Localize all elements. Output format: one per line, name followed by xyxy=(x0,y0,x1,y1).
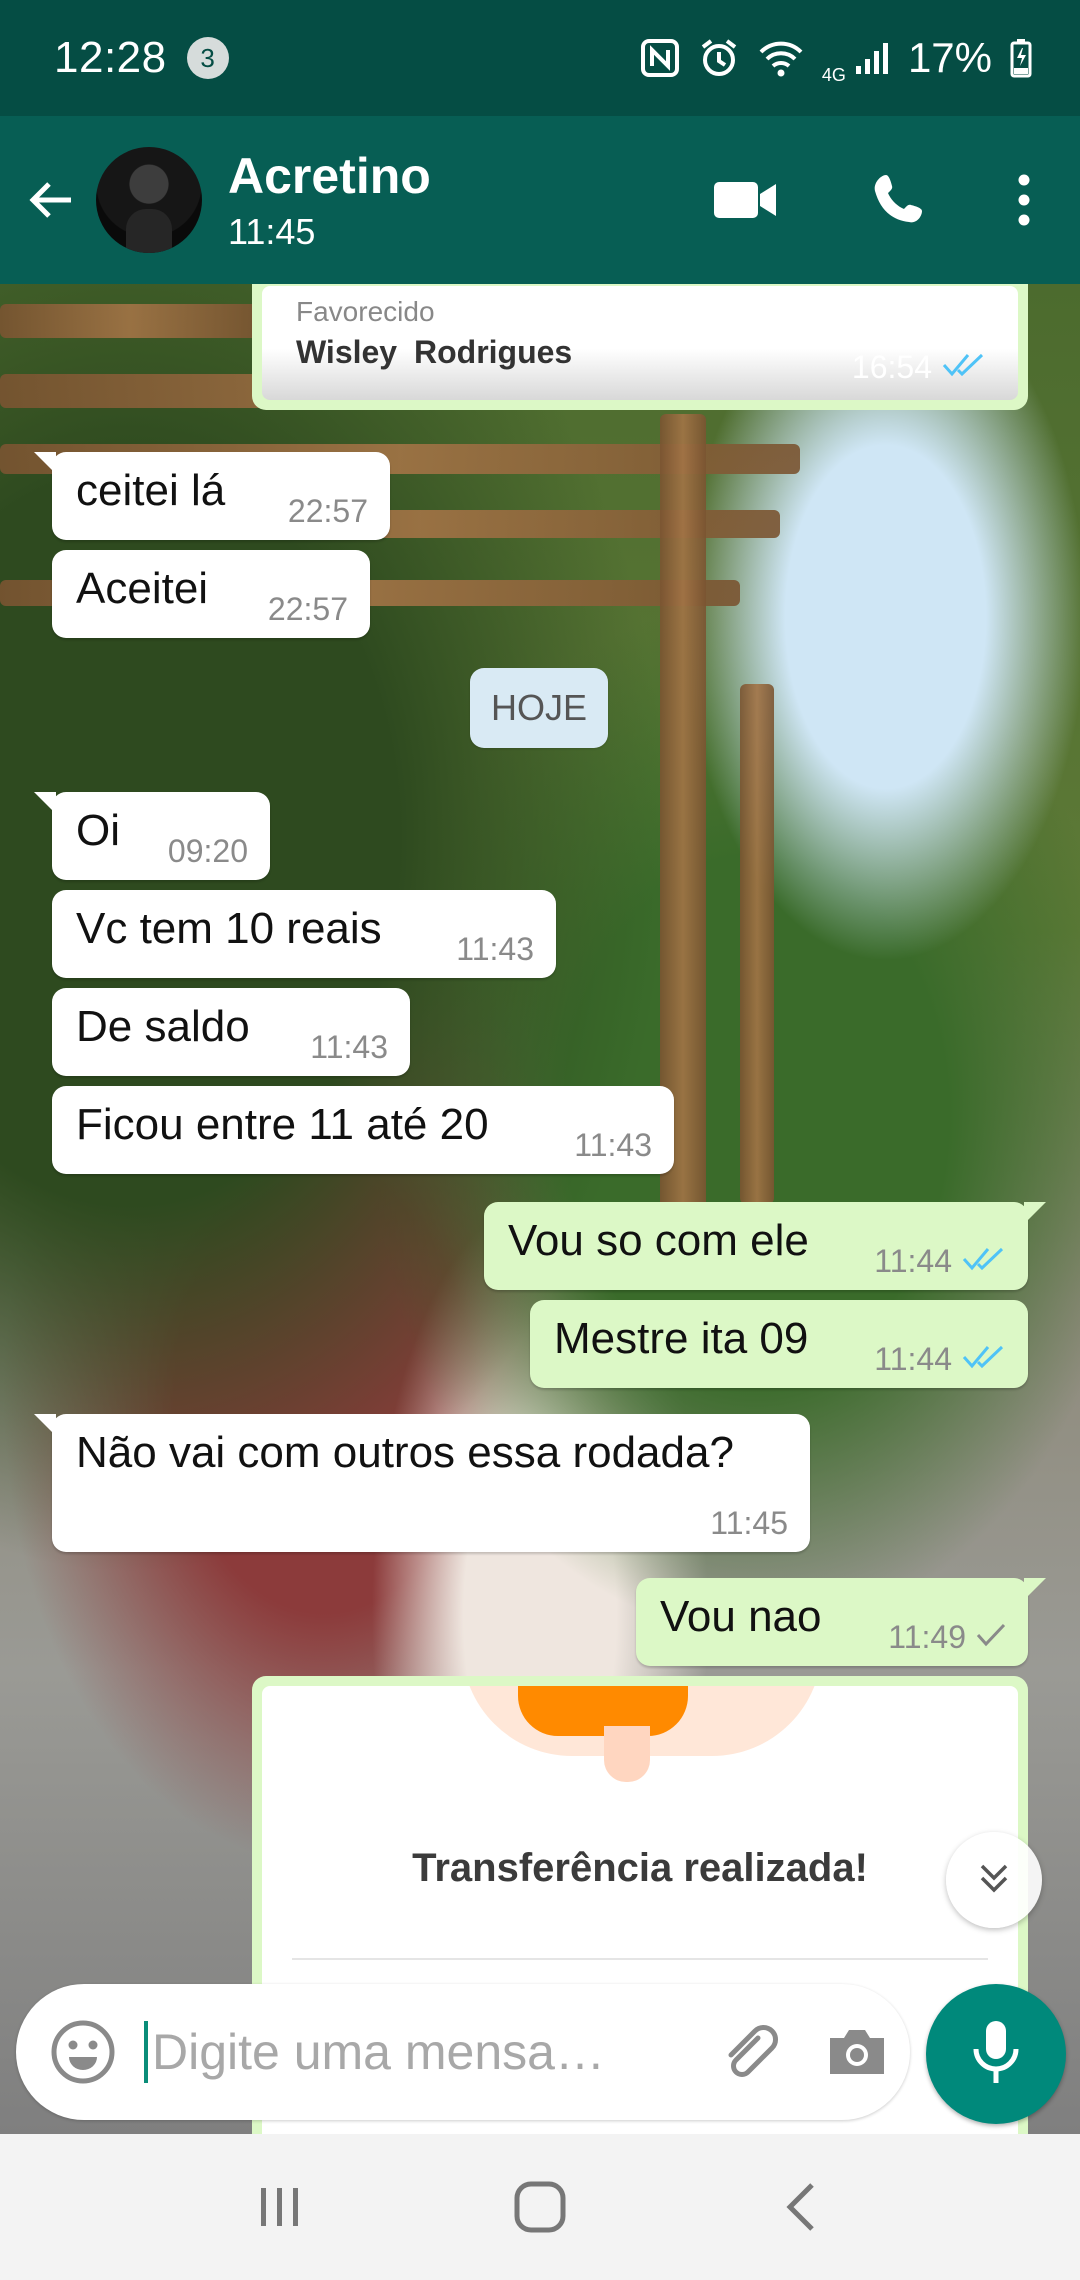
message-time: 11:43 xyxy=(310,1029,388,1065)
camera-icon[interactable] xyxy=(826,2026,888,2078)
message-text: Mestre ita 09 xyxy=(554,1314,809,1363)
microphone-icon xyxy=(971,2019,1021,2090)
voice-record-button[interactable] xyxy=(926,1984,1066,2124)
header-actions xyxy=(676,150,1080,250)
message-bubble[interactable]: Mestre ita 09 11:44 xyxy=(530,1300,1028,1388)
contact-info[interactable]: Acretino 11:45 xyxy=(228,146,431,254)
date-divider: HOJE xyxy=(470,668,608,748)
message-text: Oi xyxy=(76,806,120,855)
message-composer xyxy=(16,1984,910,2120)
emoji-icon[interactable] xyxy=(48,2017,118,2087)
system-navigation-bar xyxy=(0,2134,1080,2280)
message-meta: 11:44 xyxy=(874,1341,1006,1378)
receipt-top-bubble[interactable]: Favorecido Wisley Rodrigues 16:54 xyxy=(252,284,1028,410)
battery-percent: 17% xyxy=(907,34,992,81)
favorecido-name: Wisley Rodrigues xyxy=(296,334,573,370)
message-time: 16:54 xyxy=(851,349,932,385)
message-time: 09:20 xyxy=(167,833,248,869)
message-time: 11:44 xyxy=(874,1243,952,1279)
scroll-to-bottom-button[interactable] xyxy=(946,1832,1042,1928)
message-time: 22:57 xyxy=(287,493,368,529)
message-text: Vou so com ele xyxy=(508,1216,809,1265)
read-ticks-icon xyxy=(962,1341,1006,1378)
receipt-illustration xyxy=(604,1726,650,1782)
network-type: 4G xyxy=(821,64,846,85)
message-time: 11:49 xyxy=(888,1619,966,1655)
contact-name: Acretino xyxy=(228,148,431,204)
receipt-top-image: Favorecido Wisley Rodrigues 16:54 xyxy=(262,286,1018,400)
double-chevron-down-icon xyxy=(974,1858,1014,1903)
status-icons: 4G 17% xyxy=(640,31,1032,86)
status-time: 12:28 xyxy=(54,33,167,82)
battery-charging-icon xyxy=(1010,38,1032,78)
message-input[interactable] xyxy=(144,2021,674,2083)
message-text: ceitei lá xyxy=(76,466,226,515)
message-time: 11:45 xyxy=(710,1505,788,1541)
sent-tick-icon xyxy=(976,1619,1006,1656)
message-text: Vc tem 10 reais xyxy=(76,904,382,953)
message-bubble[interactable]: De saldo 11:43 xyxy=(52,988,410,1076)
wifi-icon xyxy=(758,38,804,78)
message-bubble[interactable]: Vou so com ele 11:44 xyxy=(484,1202,1046,1290)
message-time: 22:57 xyxy=(267,591,348,627)
favorecido-label: Favorecido xyxy=(296,296,435,327)
message-bubble[interactable]: Vou nao 11:49 xyxy=(636,1578,1046,1666)
message-time: 11:44 xyxy=(874,1341,952,1377)
chat-header: Acretino 11:45 xyxy=(0,116,1080,284)
nfc-icon xyxy=(640,38,680,78)
message-time: 11:43 xyxy=(574,1127,652,1163)
message-bubble[interactable]: ceitei lá 22:57 xyxy=(34,452,390,540)
attachment-icon[interactable] xyxy=(718,2020,782,2084)
read-ticks-icon xyxy=(962,1243,1006,1280)
signal-icon xyxy=(854,40,890,76)
receipt-illustration xyxy=(518,1686,688,1736)
message-bubble[interactable]: Aceitei 22:57 xyxy=(52,550,370,638)
home-icon[interactable] xyxy=(495,2162,585,2252)
transfer-title: Transferência realizada! xyxy=(412,1846,868,1890)
back-arrow-icon[interactable] xyxy=(14,163,88,237)
message-meta: 16:54 xyxy=(852,349,986,386)
message-text: Vou nao xyxy=(660,1592,822,1641)
notification-count-badge: 3 xyxy=(186,37,229,79)
message-meta: 11:49 xyxy=(888,1619,1006,1656)
message-time: 11:43 xyxy=(456,931,534,967)
recent-apps-icon[interactable] xyxy=(235,2162,325,2252)
status-bar: 12:28 3 4G 17% xyxy=(0,0,1080,116)
last-seen: 11:45 xyxy=(228,211,316,252)
message-bubble[interactable]: Oi 09:20 xyxy=(34,792,270,880)
message-bubble[interactable]: Vc tem 10 reais 11:43 xyxy=(52,890,556,978)
divider xyxy=(292,1958,988,1960)
message-meta: 11:44 xyxy=(874,1243,1006,1280)
avatar[interactable] xyxy=(96,147,202,253)
message-bubble[interactable]: Não vai com outros essa rodada? 11:45 xyxy=(34,1414,810,1552)
video-call-icon[interactable] xyxy=(676,150,816,250)
message-text: Ficou entre 11 até 20 xyxy=(76,1100,489,1149)
more-options-icon[interactable] xyxy=(994,150,1054,250)
message-text: Aceitei xyxy=(76,564,209,613)
message-text: Não vai com outros essa rodada? xyxy=(76,1428,734,1477)
alarm-icon xyxy=(698,37,740,79)
back-nav-icon[interactable] xyxy=(755,2162,845,2252)
wallpaper-decor xyxy=(740,684,774,1204)
read-ticks-icon xyxy=(942,349,986,386)
wallpaper-decor xyxy=(0,304,260,338)
chat-area[interactable]: Favorecido Wisley Rodrigues 16:54 ceitei… xyxy=(0,284,1080,2134)
message-bubble[interactable]: Ficou entre 11 até 20 11:43 xyxy=(52,1086,674,1174)
message-text: De saldo xyxy=(76,1002,250,1051)
phone-icon[interactable] xyxy=(830,150,970,250)
